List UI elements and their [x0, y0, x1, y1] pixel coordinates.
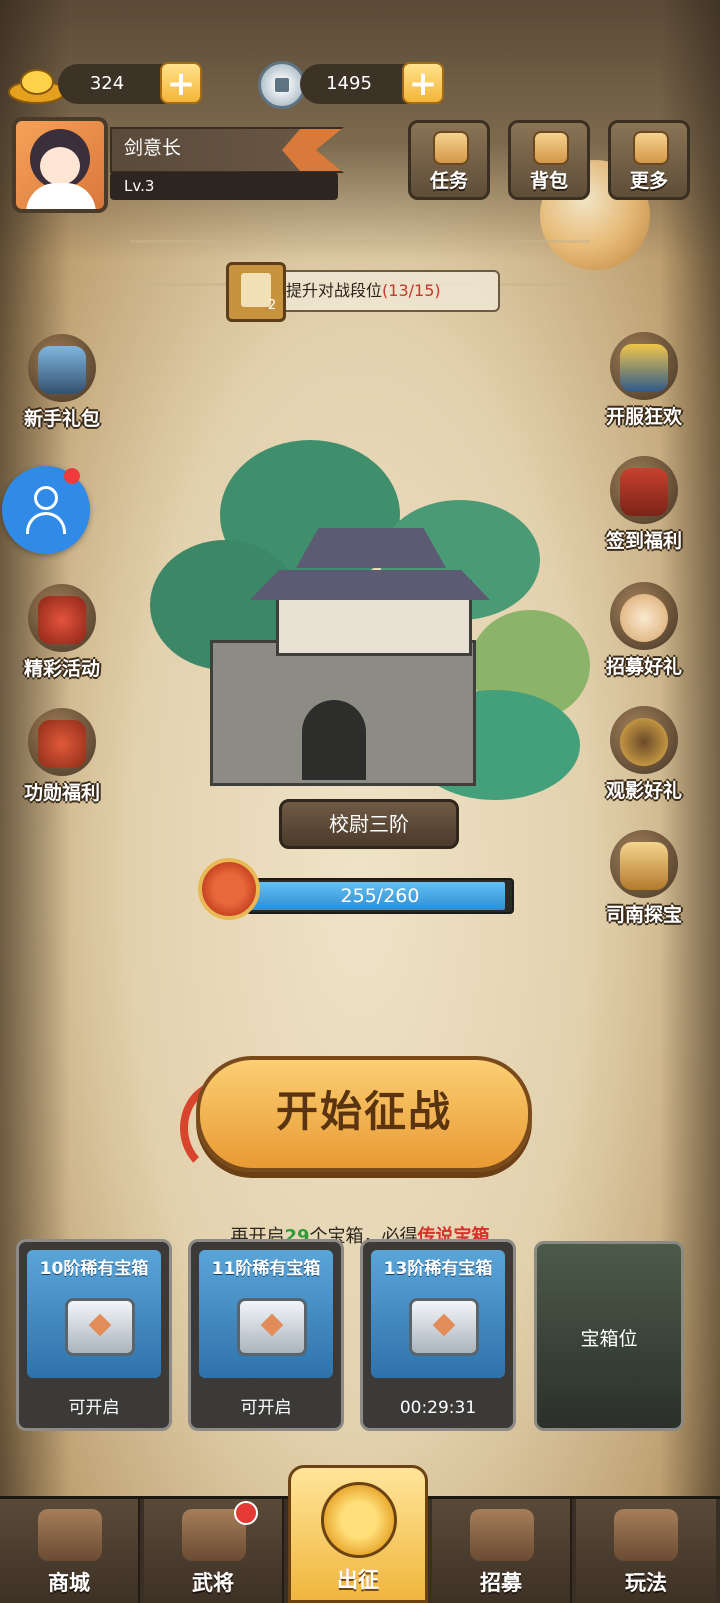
rank-emblem-icon: [198, 858, 260, 920]
rank-xp-text: 255/260: [340, 885, 420, 907]
chest-slot-1[interactable]: 10阶稀有宝箱 可开启: [16, 1239, 172, 1431]
watch-gift-label: 观影好礼: [605, 780, 682, 802]
compass-treasure-button[interactable]: 司南探宝: [596, 830, 692, 930]
coin-amount: 1495: [326, 73, 372, 94]
events-label: 精彩活动: [23, 658, 100, 680]
tab-battle[interactable]: 出征: [288, 1465, 428, 1603]
objective-scroll-icon: [226, 262, 286, 322]
tab-generals[interactable]: 武将: [144, 1499, 284, 1603]
recruit-gift-label: 招募好礼: [605, 656, 682, 678]
scroll-icon: [433, 131, 469, 165]
watch-gift-button[interactable]: 观影好礼: [596, 706, 692, 806]
gold-amount: 324: [89, 73, 125, 94]
player-level: Lv.3: [124, 177, 155, 195]
notification-dot: [64, 468, 80, 484]
tower-roof: [250, 570, 490, 600]
more-button[interactable]: 更多: [608, 120, 690, 200]
server-carnival-button[interactable]: 开服狂欢: [596, 332, 692, 432]
player-name: 剑意长: [124, 137, 182, 159]
emperor-icon: [620, 344, 668, 392]
tab-shop[interactable]: 商城: [0, 1499, 140, 1603]
player-avatar[interactable]: [12, 117, 108, 213]
start-battle-label: 开始征战: [275, 1087, 452, 1136]
gold-currency-bar: 324 +: [58, 62, 202, 104]
server-carnival-label: 开服狂欢: [605, 406, 682, 428]
treasure-bag-icon: [38, 720, 86, 768]
more-label: 更多: [629, 170, 668, 192]
pavilion-icon: [614, 1509, 678, 1561]
chest-title: 13阶稀有宝箱: [383, 1259, 493, 1279]
recruit-scroll-icon: [470, 1509, 534, 1561]
tab-gameplay-label: 玩法: [625, 1571, 667, 1595]
merit-label: 功勋福利: [23, 782, 100, 804]
chest-status: 可开启: [240, 1398, 292, 1418]
compass-icon: [620, 842, 668, 890]
add-gold-button[interactable]: +: [160, 62, 202, 104]
gong-icon: [620, 718, 668, 766]
chest-timer: 00:29:31: [399, 1398, 477, 1418]
copper-coin-icon: [258, 61, 306, 109]
battle-drum-icon: [321, 1482, 397, 1558]
coin-currency-bar: 1495 +: [300, 62, 444, 104]
user-icon: [34, 486, 58, 510]
tab-shop-label: 商城: [48, 1571, 90, 1595]
quest-label: 任务: [429, 170, 468, 192]
chest-icon: [237, 1298, 307, 1356]
warrior-icon: [38, 346, 86, 394]
gate-arch: [302, 700, 366, 780]
tower-upper-roof: [296, 528, 446, 568]
bag-label: 背包: [529, 170, 568, 192]
tab-battle-label: 出征: [337, 1568, 379, 1592]
empty-chest-slot: 宝箱位: [534, 1241, 684, 1431]
merit-button[interactable]: 功勋福利: [14, 708, 110, 808]
pouch-icon: [533, 131, 569, 165]
chest-status: 可开启: [68, 1398, 120, 1418]
recruit-gift-button[interactable]: 招募好礼: [596, 582, 692, 682]
tab-recruit-label: 招募: [480, 1571, 522, 1595]
shop-icon: [38, 1509, 102, 1561]
rank-xp-bar: 255/260: [246, 878, 514, 914]
objective-banner[interactable]: 提升对战段位(13/15) 2: [226, 262, 500, 322]
tab-recruit[interactable]: 招募: [432, 1499, 572, 1603]
chest-icon: [409, 1298, 479, 1356]
tab-generals-label: 武将: [192, 1571, 234, 1595]
drum-icon: [620, 594, 668, 642]
events-button[interactable]: 精彩活动: [14, 584, 110, 684]
menu-icon: [633, 131, 669, 165]
bottom-nav: 商城 武将 出征 招募 玩法: [0, 1465, 720, 1603]
quest-button[interactable]: 任务: [408, 120, 490, 200]
objective-progress: (13/15): [382, 281, 441, 300]
compass-treasure-label: 司南探宝: [605, 904, 682, 926]
chest-title: 10阶稀有宝箱: [39, 1259, 149, 1279]
rank-title: 校尉三阶: [279, 799, 459, 849]
objective-text: 提升对战段位: [286, 281, 383, 300]
chest-icon: [65, 1298, 135, 1356]
add-coin-button[interactable]: +: [402, 62, 444, 104]
checkin-button[interactable]: 签到福利: [596, 456, 692, 556]
start-battle-button[interactable]: 开始征战: [196, 1056, 532, 1172]
seal-stamp-icon: [620, 468, 668, 516]
objective-count: 2: [268, 298, 277, 313]
chest-slot-3[interactable]: 13阶稀有宝箱 00:29:31: [360, 1239, 516, 1431]
newbie-pack-label: 新手礼包: [23, 408, 100, 430]
floating-user-button[interactable]: [2, 466, 90, 554]
tab-gameplay[interactable]: 玩法: [576, 1499, 716, 1603]
checkin-label: 签到福利: [605, 530, 682, 552]
notification-badge: [234, 1501, 258, 1525]
chest-slot-2[interactable]: 11阶稀有宝箱 可开启: [188, 1239, 344, 1431]
bag-button[interactable]: 背包: [508, 120, 590, 200]
star-bag-icon: [38, 596, 86, 644]
newbie-pack-button[interactable]: 新手礼包: [14, 334, 110, 434]
empty-chest-slot-label: 宝箱位: [580, 1328, 638, 1350]
chest-title: 11阶稀有宝箱: [211, 1259, 321, 1279]
